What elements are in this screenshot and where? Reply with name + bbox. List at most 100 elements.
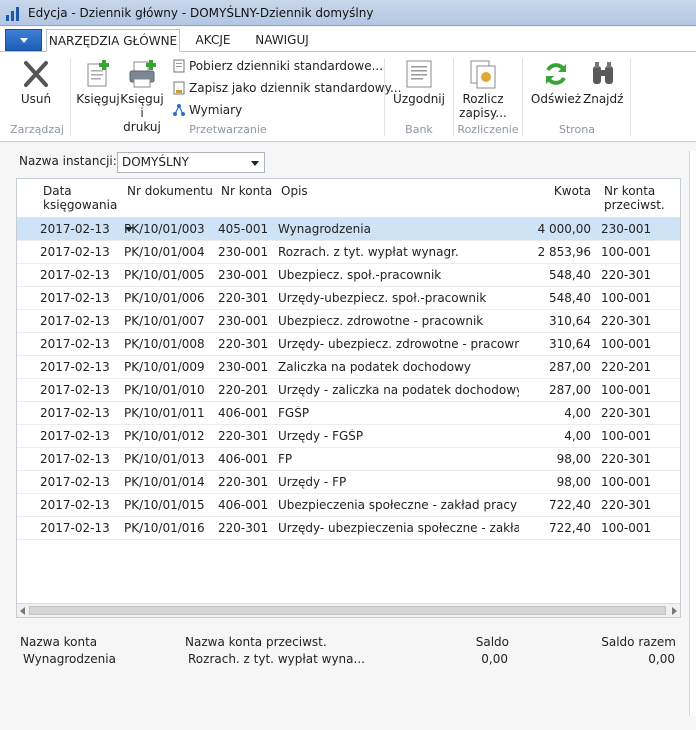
apply-entries-button[interactable]: Rozlicz zapisy... [456,58,510,120]
table-row[interactable]: 2017-02-13 PK/10/01/015 406-001 Ubezpieczen… [17,494,680,517]
refresh-button[interactable]: Odśwież [530,58,582,106]
cell-bal-account-no[interactable]: 230-001 [601,222,671,236]
scrollbar-thumb[interactable] [29,606,666,615]
cell-description[interactable]: Wynagrodzenia [278,222,519,236]
cell-document-no[interactable]: PK/10/01/007 [124,314,216,328]
cell-bal-account-no[interactable]: 100-001 [601,429,671,443]
cell-amount[interactable]: 98,00 [522,452,591,466]
cell-account-no[interactable]: 405-001 [218,222,276,236]
cell-amount[interactable]: 310,64 [522,337,591,351]
save-standard-journal-button[interactable]: Zapisz jako dziennik standardowy... [172,79,401,97]
cell-account-no[interactable]: 220-201 [218,383,276,397]
cell-document-no[interactable]: PK/10/01/013 [124,452,216,466]
horizontal-scrollbar[interactable] [17,603,680,617]
cell-document-no[interactable]: PK/10/01/004 [124,245,216,259]
cell-posting-date[interactable]: 2017-02-13 [40,222,122,236]
cell-bal-account-no[interactable]: 220-301 [601,452,671,466]
cell-account-no[interactable]: 230-001 [218,245,276,259]
cell-account-no[interactable]: 406-001 [218,406,276,420]
cell-amount[interactable]: 310,64 [522,314,591,328]
cell-bal-account-no[interactable]: 220-301 [601,314,671,328]
cell-amount[interactable]: 4,00 [522,429,591,443]
cell-account-no[interactable]: 220-301 [218,521,276,535]
cell-amount[interactable]: 548,40 [522,268,591,282]
cell-posting-date[interactable]: 2017-02-13 [40,291,122,305]
table-row[interactable]: 2017-02-13 PK/10/01/016 220-301 Urzędy- ube… [17,517,680,540]
cell-amount[interactable]: 287,00 [522,360,591,374]
tab-actions[interactable]: AKCJE [188,29,238,52]
cell-description[interactable]: Zaliczka na podatek dochodowy [278,360,519,374]
cell-amount[interactable]: 722,40 [522,521,591,535]
cell-description[interactable]: FGŚP [278,406,519,420]
reconcile-button[interactable]: Uzgodnij [392,58,446,106]
tab-navigate[interactable]: NAWIGUJ [248,29,316,52]
column-header-account-no[interactable]: Nr konta [221,184,272,198]
cell-bal-account-no[interactable]: 100-001 [601,475,671,489]
cell-account-no[interactable]: 220-301 [218,475,276,489]
cell-document-no[interactable]: PK/10/01/016 [124,521,216,535]
table-row[interactable]: 2017-02-13 PK/10/01/011 406-001 FGŚP 4,00 220… [17,402,680,425]
cell-account-no[interactable]: 230-001 [218,268,276,282]
column-header-amount[interactable]: Kwota [522,184,591,198]
cell-bal-account-no[interactable]: 100-001 [601,245,671,259]
cell-description[interactable]: Ubezpiecz. społ.-pracownik [278,268,519,282]
cell-amount[interactable]: 2 853,96 [522,245,591,259]
cell-amount[interactable]: 287,00 [522,383,591,397]
cell-document-no[interactable]: PK/10/01/009 [124,360,216,374]
cell-description[interactable]: Urzędy- ubezpieczenia społeczne - zakład… [278,521,519,535]
table-row[interactable]: 2017-02-13 PK/10/01/010 220-201 Urzędy - za… [17,379,680,402]
post-button[interactable]: Księguj [76,58,120,106]
cell-bal-account-no[interactable]: 100-001 [601,337,671,351]
cell-posting-date[interactable]: 2017-02-13 [40,383,122,397]
cell-description[interactable]: Ubezpieczenia społeczne - zakład pracy [278,498,519,512]
cell-document-no[interactable]: PK/10/01/012 [124,429,216,443]
cell-description[interactable]: Urzędy - FP [278,475,519,489]
cell-posting-date[interactable]: 2017-02-13 [40,268,122,282]
column-header-description[interactable]: Opis [281,184,308,198]
table-row[interactable]: 2017-02-13 PK/10/01/005 230-001 Ubezpiecz. … [17,264,680,287]
delete-button[interactable]: Usuń [14,58,58,106]
cell-document-no[interactable]: PK/10/01/005 [124,268,216,282]
cell-document-no[interactable]: PK/10/01/008 [124,337,216,351]
cell-bal-account-no[interactable]: 100-001 [601,291,671,305]
table-row[interactable]: 2017-02-13 PK/10/01/006 220-301 Urzędy-ubez… [17,287,680,310]
get-standard-journals-button[interactable]: Pobierz dzienniki standardowe... [172,57,383,75]
cell-posting-date[interactable]: 2017-02-13 [40,498,122,512]
cell-posting-date[interactable]: 2017-02-13 [40,452,122,466]
table-row[interactable]: 2017-02-13 PK/10/01/008 220-301 Urzędy- ube… [17,333,680,356]
cell-description[interactable]: FP [278,452,519,466]
cell-document-no[interactable]: PK/10/01/015 [124,498,216,512]
cell-description[interactable]: Urzędy - FGŚP [278,429,519,443]
scroll-right-icon[interactable] [672,607,677,615]
dropdown-arrow-icon[interactable] [125,227,133,232]
cell-account-no[interactable]: 406-001 [218,452,276,466]
cell-amount[interactable]: 4 000,00 [522,222,591,236]
scroll-left-icon[interactable] [20,607,25,615]
dimensions-button[interactable]: Wymiary [172,101,242,119]
cell-amount[interactable]: 98,00 [522,475,591,489]
cell-document-no[interactable]: PK/10/01/006 [124,291,216,305]
column-header-bal-account-no[interactable]: Nr konta przeciwst. [604,184,665,212]
cell-posting-date[interactable]: 2017-02-13 [40,406,122,420]
cell-document-no[interactable]: PK/10/01/003 [124,222,216,236]
cell-document-no[interactable]: PK/10/01/010 [124,383,216,397]
cell-posting-date[interactable]: 2017-02-13 [40,245,122,259]
application-menu-button[interactable] [5,29,42,51]
cell-posting-date[interactable]: 2017-02-13 [40,429,122,443]
table-row[interactable]: 2017-02-13 PK/10/01/003 405-001 Wynagrodzen… [17,218,680,241]
tab-home[interactable]: NARZĘDZIA GŁÓWNE [46,29,180,52]
cell-bal-account-no[interactable]: 220-301 [601,406,671,420]
table-row[interactable]: 2017-02-13 PK/10/01/009 230-001 Zaliczka na… [17,356,680,379]
cell-bal-account-no[interactable]: 220-301 [601,498,671,512]
table-row[interactable]: 2017-02-13 PK/10/01/014 220-301 Urzędy - FP… [17,471,680,494]
cell-account-no[interactable]: 220-301 [218,291,276,305]
instance-select[interactable]: DOMYŚLNY [117,152,265,173]
cell-bal-account-no[interactable]: 100-001 [601,383,671,397]
cell-amount[interactable]: 4,00 [522,406,591,420]
cell-bal-account-no[interactable]: 220-201 [601,360,671,374]
cell-description[interactable]: Rozrach. z tyt. wypłat wynagr. [278,245,519,259]
cell-description[interactable]: Urzędy - zaliczka na podatek dochodowy [278,383,519,397]
cell-amount[interactable]: 722,40 [522,498,591,512]
cell-account-no[interactable]: 406-001 [218,498,276,512]
cell-document-no[interactable]: PK/10/01/011 [124,406,216,420]
